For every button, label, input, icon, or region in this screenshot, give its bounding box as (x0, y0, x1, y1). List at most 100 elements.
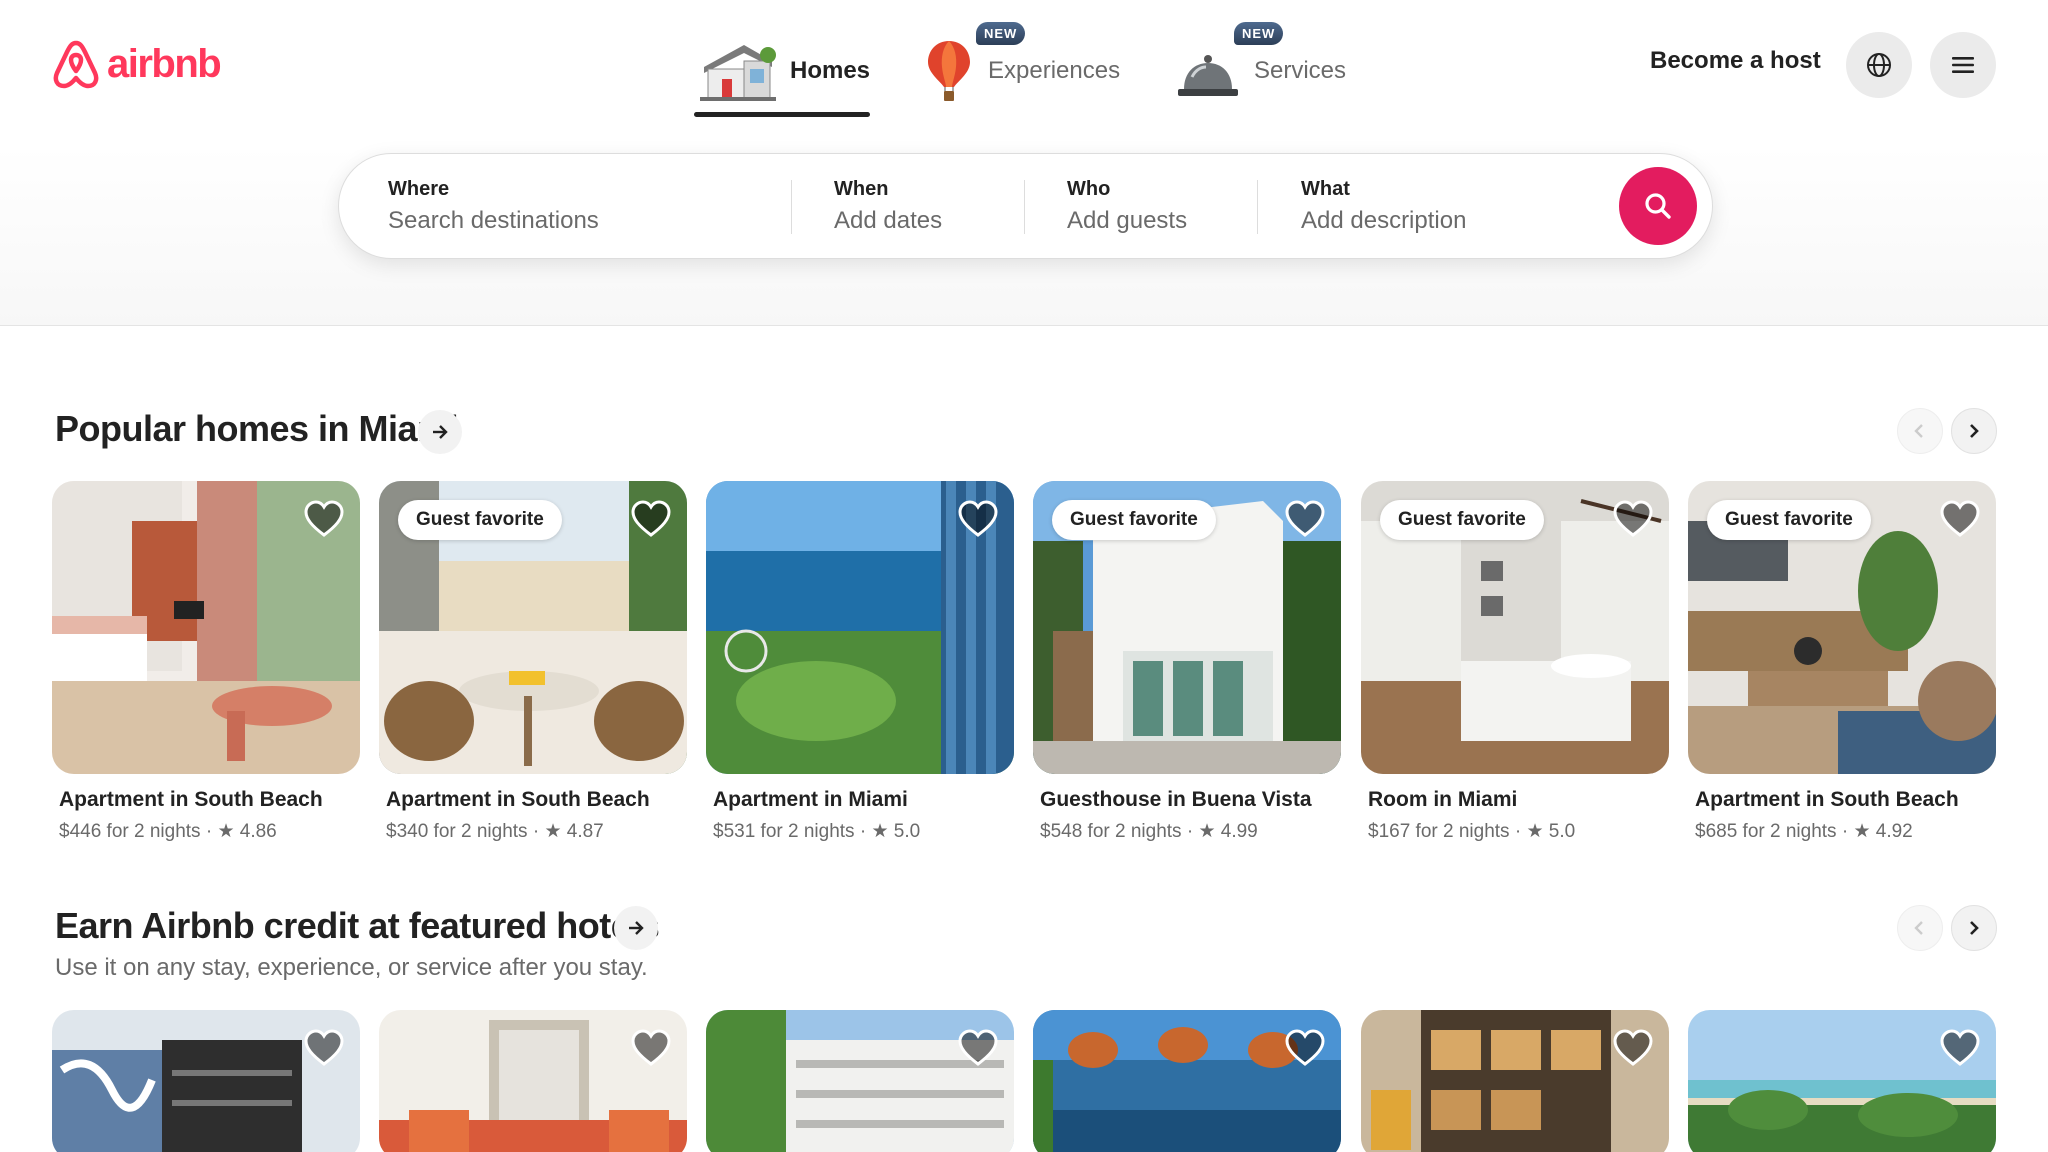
featured-hotels-arrow-button[interactable] (614, 906, 658, 950)
hotel-card[interactable] (1688, 1010, 1996, 1152)
tab-homes[interactable]: Homes (694, 28, 871, 117)
guest-favorite-badge: Guest favorite (398, 500, 562, 540)
listing-price: $531 for 2 nights (713, 821, 855, 842)
heart-icon[interactable] (1938, 1026, 1982, 1070)
listing-photo[interactable]: Guest favorite (1033, 481, 1341, 774)
when-label: When (834, 178, 889, 200)
house-icon (700, 45, 776, 101)
heart-icon[interactable] (302, 497, 346, 541)
who-label: Who (1067, 178, 1111, 200)
listing-price: $446 for 2 nights (59, 821, 201, 842)
meta-separator: · (1841, 821, 1849, 842)
guest-favorite-badge: Guest favorite (1052, 500, 1216, 540)
listing-price: $340 for 2 nights (386, 821, 528, 842)
popular-homes-arrow-button[interactable] (418, 410, 462, 454)
search-divider (1257, 180, 1258, 234)
where-field[interactable]: Where Search destinations (388, 154, 788, 258)
listing-card[interactable]: Apartment in Miami $531 for 2 nights · ★… (706, 481, 1014, 843)
hotel-card[interactable] (379, 1010, 687, 1152)
featured-hotels-title[interactable]: Earn Airbnb credit at featured hotels (55, 905, 660, 947)
listing-photo[interactable]: Guest favorite (379, 481, 687, 774)
language-button[interactable] (1846, 32, 1912, 98)
hotel-card[interactable] (1361, 1010, 1669, 1152)
search-button[interactable] (1619, 167, 1697, 245)
hotels-next-button[interactable] (1951, 905, 1997, 951)
where-label: Where (388, 178, 450, 200)
heart-icon[interactable] (1938, 497, 1982, 541)
search-divider (1024, 180, 1025, 234)
main-menu-button[interactable] (1930, 32, 1996, 98)
guest-favorite-badge: Guest favorite (1707, 500, 1871, 540)
heart-icon[interactable] (1283, 497, 1327, 541)
heart-icon[interactable] (1611, 1026, 1655, 1070)
meta-separator: · (532, 821, 540, 842)
listing-meta: $531 for 2 nights · ★ 5.0 (713, 820, 1014, 843)
hotel-card[interactable] (1033, 1010, 1341, 1152)
top-header: airbnb Homes NEW Experiences NEW Service… (0, 0, 2048, 326)
listing-title: Apartment in Miami (713, 788, 908, 811)
search-bar: Where Search destinations When Add dates… (338, 153, 1713, 259)
meta-separator: · (1514, 821, 1522, 842)
listing-card[interactable]: Apartment in South Beach $446 for 2 nigh… (52, 481, 360, 843)
tab-services[interactable]: NEW Services (1176, 22, 1346, 114)
listing-card[interactable]: Guest favorite Guesthouse in Buena Vista… (1033, 481, 1341, 843)
listing-meta: $548 for 2 nights · ★ 4.99 (1040, 820, 1341, 843)
listing-price: $548 for 2 nights (1040, 821, 1182, 842)
listing-price: $167 for 2 nights (1368, 821, 1510, 842)
heart-icon[interactable] (629, 1026, 673, 1070)
listing-title: Room in Miami (1368, 788, 1518, 811)
listing-card[interactable]: Guest favorite Apartment in South Beach … (379, 481, 687, 843)
featured-hotels-subtitle: Use it on any stay, experience, or servi… (55, 954, 648, 981)
listing-rating: ★ 5.0 (871, 821, 921, 842)
listing-title: Guesthouse in Buena Vista (1040, 788, 1312, 811)
hotel-card[interactable] (706, 1010, 1014, 1152)
listing-card[interactable]: Guest favorite Room in Miami $167 for 2 … (1361, 481, 1669, 843)
when-placeholder: Add dates (834, 207, 943, 234)
listing-title: Apartment in South Beach (1695, 788, 1959, 811)
when-field[interactable]: When Add dates (834, 154, 1054, 258)
listing-photo[interactable] (706, 481, 1014, 774)
hotels-prev-button[interactable] (1897, 905, 1943, 951)
heart-icon[interactable] (956, 1026, 1000, 1070)
listing-meta: $167 for 2 nights · ★ 5.0 (1368, 820, 1669, 843)
listing-meta: $340 for 2 nights · ★ 4.87 (386, 820, 687, 843)
heart-icon[interactable] (1283, 1026, 1327, 1070)
meta-separator: · (859, 821, 867, 842)
what-placeholder: Add description (1301, 207, 1467, 234)
who-placeholder: Add guests (1067, 207, 1188, 234)
heart-icon[interactable] (302, 1026, 346, 1070)
active-tab-indicator (694, 112, 871, 117)
listing-card[interactable]: Guest favorite Apartment in South Beach … (1688, 481, 1996, 843)
listing-price: $685 for 2 nights (1695, 821, 1837, 842)
heart-icon[interactable] (956, 497, 1000, 541)
service-bell-icon (1178, 55, 1238, 96)
arrow-right-icon (629, 921, 644, 935)
popular-prev-button[interactable] (1897, 408, 1943, 454)
listing-title: Apartment in South Beach (386, 788, 650, 811)
what-label: What (1301, 178, 1350, 200)
where-placeholder: Search destinations (388, 207, 599, 234)
new-badge: NEW (976, 22, 1026, 45)
become-a-host-link[interactable]: Become a host (1650, 47, 1821, 75)
chevron-right-icon (1970, 424, 1979, 438)
search-divider (791, 180, 792, 234)
heart-icon[interactable] (629, 497, 673, 541)
popular-homes-title[interactable]: Popular homes in Miami (55, 408, 459, 450)
listing-rating: ★ 4.92 (1853, 821, 1913, 842)
who-field[interactable]: Who Add guests (1067, 154, 1287, 258)
listing-title: Apartment in South Beach (59, 788, 323, 811)
globe-icon (1867, 53, 1891, 77)
hotel-card[interactable] (52, 1010, 360, 1152)
heart-icon[interactable] (1611, 497, 1655, 541)
arrow-right-icon (433, 425, 448, 439)
listing-photo[interactable]: Guest favorite (1688, 481, 1996, 774)
listing-rating: ★ 4.86 (217, 821, 277, 842)
listing-photo[interactable]: Guest favorite (1361, 481, 1669, 774)
popular-next-button[interactable] (1951, 408, 1997, 454)
tab-experiences[interactable]: NEW Experiences (924, 22, 1120, 114)
tab-homes-label: Homes (790, 57, 871, 84)
listing-photo[interactable] (52, 481, 360, 774)
meta-separator: · (205, 821, 213, 842)
what-field[interactable]: What Add description (1301, 154, 1601, 258)
chevron-left-icon (1914, 424, 1923, 438)
